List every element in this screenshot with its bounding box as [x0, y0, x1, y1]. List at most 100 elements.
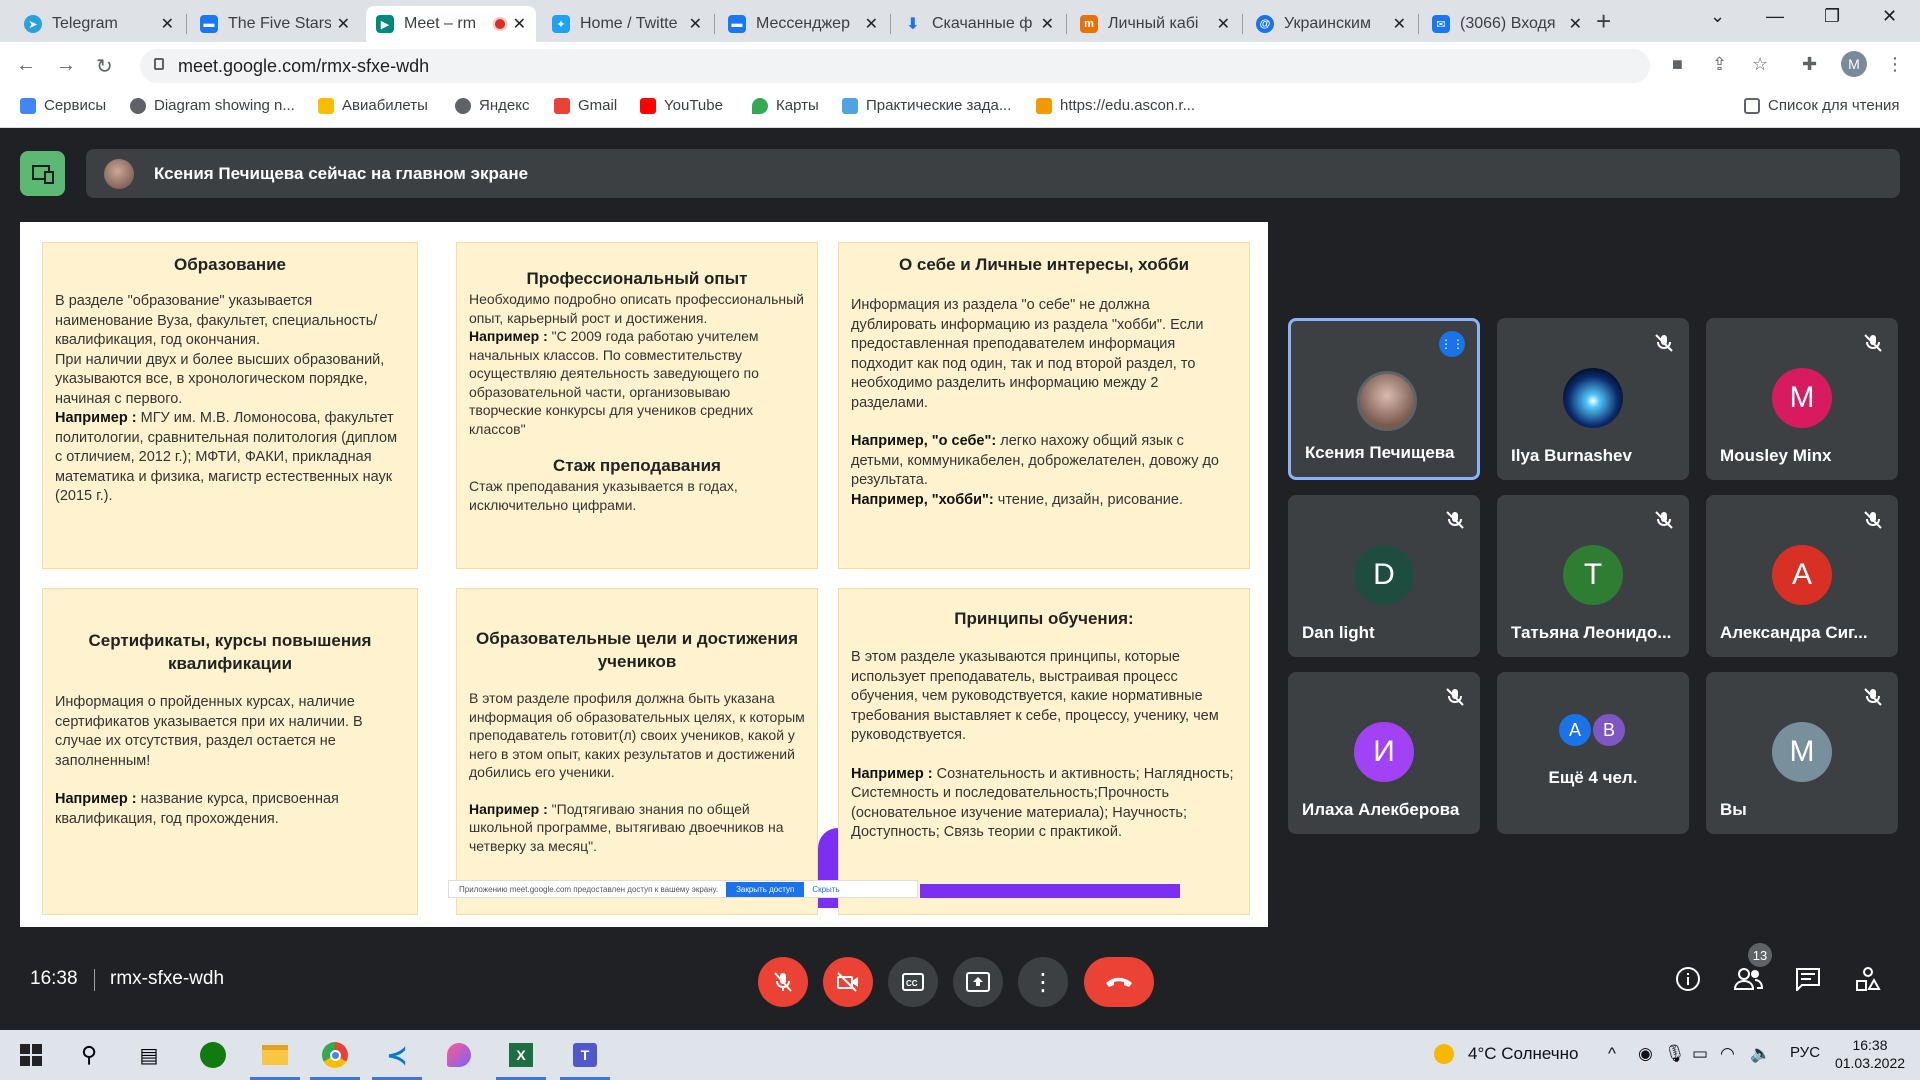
microphone-icon[interactable]: 🎙 — [1664, 1044, 1686, 1064]
task-view-icon[interactable]: ▤ — [132, 1038, 166, 1072]
card-title: Профессиональный опыт — [526, 269, 748, 288]
forward-icon[interactable]: → — [56, 54, 76, 77]
back-icon[interactable]: ← — [16, 54, 36, 77]
excel-icon[interactable]: X — [504, 1038, 538, 1072]
profile-avatar[interactable]: M — [1841, 51, 1867, 77]
bookmark-gmail[interactable]: Gmail — [554, 97, 617, 114]
menu-icon[interactable]: ⋮ — [1886, 54, 1904, 75]
participant-tile[interactable]: M Mousley Minx — [1706, 318, 1898, 480]
system-clock[interactable]: 16:38 01.03.2022 — [1832, 1036, 1908, 1072]
tab-search-icon[interactable]: ⌄ — [1710, 6, 1725, 27]
participant-name: Илаха Алекберова — [1302, 800, 1460, 819]
tab-meet[interactable]: ▶ Meet – rm ✕ — [366, 6, 536, 42]
tab-downloads[interactable]: ⬇ Скачанные ф ✕ — [894, 6, 1064, 42]
share-icon[interactable]: ⇪ — [1712, 54, 1727, 75]
more-participants-tile[interactable]: A B Ещё 4 чел. — [1497, 672, 1689, 834]
participant-tile[interactable]: T Татьяна Леонидо... — [1497, 495, 1689, 657]
more-options-button[interactable]: ⋮ — [1018, 957, 1068, 1007]
tab-twitter[interactable]: ✦ Home / Twitte ✕ — [542, 6, 712, 42]
participant-name: Ксения Печищева — [1305, 443, 1455, 462]
participant-avatar: M — [1772, 722, 1832, 782]
card-text: Необходимо подробно описать профессионал… — [469, 291, 804, 326]
participant-tile[interactable]: D Dan light — [1288, 495, 1480, 657]
bookmark-services[interactable]: Сервисы — [20, 97, 106, 114]
close-tab-icon[interactable]: ✕ — [1393, 14, 1406, 34]
self-tile[interactable]: M Вы — [1706, 672, 1898, 834]
participant-avatar — [1357, 371, 1417, 431]
close-tab-icon[interactable]: ✕ — [1569, 14, 1582, 34]
bookmark-diagram[interactable]: Diagram showing n... — [130, 97, 295, 114]
battery-icon[interactable]: ▭ — [1692, 1044, 1708, 1064]
input-language[interactable]: РУС — [1790, 1044, 1820, 1061]
close-tab-icon[interactable]: ✕ — [689, 14, 702, 34]
extensions-icon[interactable]: ✚ — [1802, 54, 1817, 75]
participant-tile[interactable]: А Александра Сиг... — [1706, 495, 1898, 657]
stop-sharing-button[interactable]: Закрыть доступ — [726, 881, 805, 897]
close-tab-icon[interactable]: ✕ — [337, 14, 350, 34]
participant-tile[interactable]: ⋮⋮ Ксения Печищева — [1288, 318, 1480, 480]
card-example: Например : МГУ им. М.В. Ломоносова, факу… — [55, 410, 398, 504]
participant-name: Dan light — [1302, 623, 1375, 642]
chat-button[interactable] — [1790, 961, 1826, 997]
bookmark-yandex[interactable]: Яндекс — [455, 97, 529, 114]
camera-icon[interactable]: ■ — [1672, 54, 1683, 75]
close-tab-icon[interactable]: ✕ — [513, 14, 526, 34]
close-tab-icon[interactable]: ✕ — [1041, 14, 1054, 34]
xbox-icon[interactable] — [196, 1038, 230, 1072]
star-icon[interactable]: ☆ — [1752, 54, 1768, 75]
close-tab-icon[interactable]: ✕ — [161, 14, 174, 34]
reading-list[interactable]: Список для чтения — [1744, 97, 1900, 114]
chrome-icon[interactable] — [318, 1038, 352, 1072]
new-tab-button[interactable]: + — [1596, 6, 1611, 37]
close-tab-icon[interactable]: ✕ — [1217, 14, 1230, 34]
reading-list-icon — [1744, 97, 1760, 114]
camera-toggle-button[interactable] — [823, 957, 873, 1007]
participant-avatar: И — [1354, 722, 1414, 782]
captions-button[interactable]: CC — [888, 957, 938, 1007]
restore-button[interactable]: ❐ — [1824, 6, 1840, 27]
participant-tile[interactable]: Ilya Burnashev — [1497, 318, 1689, 480]
teams-icon[interactable]: T — [568, 1038, 602, 1072]
tab-mail[interactable]: ✉ (3066) Входя ✕ — [1422, 6, 1592, 42]
tab-separator — [1242, 14, 1243, 34]
bookmark-tasks[interactable]: Практические зада... — [842, 97, 1011, 114]
leave-call-button[interactable] — [1084, 957, 1154, 1007]
record-icon[interactable]: ◉ — [1638, 1044, 1653, 1064]
weather-widget[interactable]: 4°C Солнечно — [1468, 1044, 1579, 1064]
file-explorer-icon[interactable] — [258, 1038, 292, 1072]
presentation-toggle-button[interactable] — [20, 151, 65, 196]
activities-button[interactable] — [1850, 961, 1886, 997]
close-window-button[interactable]: ✕ — [1882, 6, 1897, 27]
participant-tile[interactable]: И Илаха Алекберова — [1288, 672, 1480, 834]
volume-icon[interactable]: 🔈 — [1750, 1044, 1771, 1064]
tab-ukrainian[interactable]: @ Украинским ✕ — [1246, 6, 1416, 42]
card-goals: Образовательные цели и достижения ученик… — [456, 588, 818, 915]
minimize-button[interactable]: — — [1766, 6, 1784, 27]
tab-cabinet[interactable]: m Личный кабі ✕ — [1070, 6, 1240, 42]
meet-icon: ▶ — [376, 15, 394, 33]
reload-icon[interactable]: ↻ — [96, 54, 113, 79]
tab-five-stars[interactable]: ▬ The Five Stars ✕ — [190, 6, 360, 42]
tab-messenger[interactable]: ▬ Мессенджер ✕ — [718, 6, 888, 42]
vscode-icon[interactable]: ≺ — [380, 1038, 414, 1072]
tab-telegram[interactable]: ➤ Telegram ✕ — [14, 6, 184, 42]
start-button[interactable] — [14, 1038, 48, 1072]
meeting-details-button[interactable] — [1670, 961, 1706, 997]
search-icon[interactable]: ⚲ — [72, 1038, 106, 1072]
present-button[interactable] — [953, 957, 1003, 1007]
clock-date: 01.03.2022 — [1834, 1055, 1906, 1071]
mic-toggle-button[interactable] — [758, 957, 808, 1007]
bookmark-maps[interactable]: Карты — [752, 97, 819, 114]
hide-notice-button[interactable]: Скрыть — [812, 885, 839, 894]
card-text: Информация о пройденных курсах, наличие … — [55, 694, 363, 769]
card-title: Принципы обучения: — [954, 609, 1134, 628]
paint-3d-icon[interactable] — [442, 1038, 476, 1072]
close-tab-icon[interactable]: ✕ — [865, 14, 878, 34]
present-screen-icon — [31, 164, 54, 184]
bookmark-flights[interactable]: Авиабилеты — [318, 97, 428, 114]
url-field[interactable]: meet.google.com/rmx-sfxe-wdh — [140, 49, 1650, 83]
wifi-icon[interactable]: ◠ — [1720, 1044, 1735, 1064]
chevron-up-icon[interactable]: ^ — [1608, 1044, 1616, 1064]
bookmark-youtube[interactable]: YouTube — [640, 97, 723, 114]
bookmark-ascon[interactable]: https://edu.ascon.r... — [1036, 97, 1195, 114]
